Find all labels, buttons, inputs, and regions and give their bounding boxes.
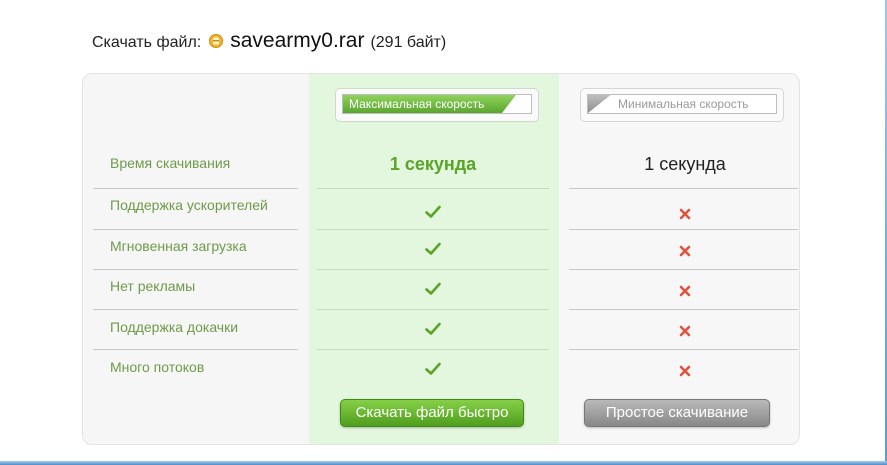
slow-cross-cell	[569, 364, 799, 382]
cross-icon	[679, 365, 691, 377]
download-comparison-panel: Максимальная скорость Минимальная скорос…	[82, 73, 800, 445]
feature-label: Нет рекламы	[110, 278, 196, 294]
check-icon	[425, 242, 441, 255]
feature-label: Поддержка ускорителей	[110, 197, 268, 213]
cross-icon	[679, 208, 691, 220]
check-icon	[425, 322, 441, 335]
fast-check-cell	[317, 242, 549, 261]
feature-label: Время скачивания	[110, 155, 231, 171]
slow-cross-cell	[569, 244, 799, 262]
download-header: Скачать файл: savearmy0.rar (291 байт)	[92, 29, 446, 55]
fast-download-time: 1 секунда	[317, 154, 549, 175]
slow-cross-cell	[569, 207, 799, 225]
simple-download-button[interactable]: Простое скачивание	[584, 399, 770, 427]
check-icon	[425, 282, 441, 295]
cross-icon	[679, 325, 691, 337]
fast-check-cell	[317, 282, 549, 301]
cross-icon	[679, 245, 691, 257]
feature-label: Много потоков	[110, 359, 205, 375]
fast-check-cell	[317, 205, 549, 224]
max-speed-indicator: Максимальная скорость	[335, 88, 539, 122]
min-speed-indicator: Минимальная скорость	[580, 88, 784, 122]
check-icon	[425, 362, 441, 375]
min-speed-label: Минимальная скорость	[618, 97, 749, 111]
file-size: (291 байт)	[370, 34, 447, 51]
table-row: Поддержка докачки	[83, 310, 799, 350]
slow-cross-cell	[569, 284, 799, 302]
feature-label: Мгновенная загрузка	[110, 238, 247, 254]
table-row: Мгновенная загрузка	[83, 230, 799, 270]
slow-download-time: 1 секунда	[569, 154, 799, 175]
table-row: Нет рекламы	[83, 270, 799, 310]
table-row: Много потоков	[83, 350, 799, 390]
max-speed-label: Максимальная скорость	[349, 97, 485, 111]
download-prefix: Скачать файл:	[92, 34, 202, 51]
window-frame-bottom	[0, 461, 887, 465]
check-icon	[425, 205, 441, 218]
min-speed-fill	[588, 95, 611, 113]
archive-icon	[209, 34, 224, 48]
fast-download-button[interactable]: Скачать файл быстро	[340, 399, 524, 427]
feature-label: Поддержка докачки	[110, 319, 239, 335]
table-row-download-time: Время скачивания 1 секунда 1 секунда	[83, 144, 799, 184]
slow-cross-cell	[569, 324, 799, 342]
fast-time-value: 1 секунда	[389, 154, 477, 174]
slow-time-value: 1 секунда	[644, 154, 726, 174]
fast-check-cell	[317, 362, 549, 381]
file-name: savearmy0.rar	[230, 29, 365, 52]
table-row: Поддержка ускорителей	[83, 189, 799, 229]
cross-icon	[679, 285, 691, 297]
fast-check-cell	[317, 322, 549, 341]
